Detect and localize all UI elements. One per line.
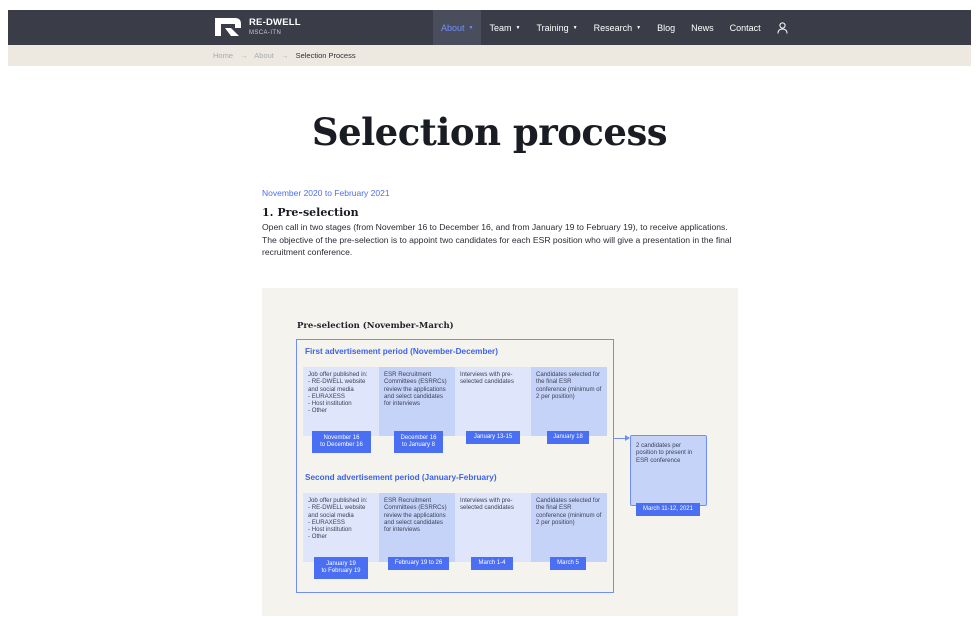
nav-item-label: About	[441, 22, 465, 33]
date-badge: March 1-4	[471, 557, 513, 570]
date-badge: January 19 to February 19	[314, 557, 368, 579]
top-navigation-bar: RE-DWELL MSCA-ITN About ▼ Team ▼ Trainin…	[8, 10, 971, 45]
user-icon	[777, 21, 788, 34]
arrow-right-icon: →	[240, 51, 248, 60]
nav-item-research[interactable]: Research ▼	[586, 10, 649, 45]
page-title: Selection process	[311, 110, 668, 154]
section-heading: 1. Pre-selection	[262, 206, 359, 219]
date-badge: January 18	[547, 431, 589, 444]
breadcrumb: Home → About → Selection Process	[213, 51, 356, 60]
nav-item-news[interactable]: News	[683, 10, 722, 45]
nav-item-label: Research	[593, 22, 633, 33]
nav-item-blog[interactable]: Blog	[649, 10, 683, 45]
nav-item-training[interactable]: Training ▼	[528, 10, 585, 45]
nav-item-team[interactable]: Team ▼	[481, 10, 528, 45]
date-badge: November 16 to December 16	[312, 431, 371, 453]
step-candidates-selected: Candidates selected for the final ESR co…	[531, 493, 607, 562]
site-logo[interactable]: RE-DWELL MSCA-ITN	[213, 16, 301, 38]
nav-item-about[interactable]: About ▼	[433, 10, 482, 45]
step-interviews: Interviews with pre-selected candidates	[455, 493, 531, 562]
arrow-right-icon: →	[280, 51, 289, 60]
date-badge: March 11-12, 2021	[636, 503, 700, 516]
chevron-down-icon: ▼	[468, 24, 474, 31]
breadcrumb-current: Selection Process	[295, 51, 356, 60]
date-badge: December 16 to January 8	[394, 431, 443, 453]
re-dwell-logo-icon	[215, 18, 241, 36]
date-range: November 2020 to February 2021	[262, 188, 390, 198]
step-job-offer-published: Job offer published in: - RE-DWELL websi…	[303, 367, 379, 436]
user-account-button[interactable]	[769, 10, 797, 45]
logo-title: RE-DWELL	[249, 17, 301, 29]
chevron-down-icon: ▼	[515, 24, 521, 31]
nav-item-label: Contact	[729, 22, 761, 33]
result-box: 2 candidates per position to present in …	[630, 435, 707, 516]
chevron-down-icon: ▼	[572, 24, 578, 31]
date-badge: March 5	[550, 557, 586, 570]
result-text: 2 candidates per position to present in …	[636, 442, 693, 464]
step-esrrc-review: ESR Recruitment Committees (ESRRCs) revi…	[379, 367, 455, 436]
periods-frame: First advertisement period (November-Dec…	[296, 339, 614, 593]
step-interviews: Interviews with pre-selected candidates	[455, 367, 531, 436]
nav-item-contact[interactable]: Contact	[722, 10, 769, 45]
breadcrumb-bar: Home → About → Selection Process	[8, 45, 971, 66]
chevron-down-icon: ▼	[636, 24, 642, 31]
date-badge: January 13-15	[466, 431, 520, 444]
breadcrumb-home[interactable]: Home	[213, 51, 233, 60]
logo-subtitle: MSCA-ITN	[249, 29, 282, 36]
pre-selection-diagram: Pre-selection (November-March) First adv…	[262, 288, 738, 616]
nav-item-label: Training	[536, 22, 569, 33]
nav-item-label: News	[691, 22, 714, 33]
step-job-offer-published: Job offer published in: - RE-DWELL websi…	[303, 493, 379, 562]
breadcrumb-about[interactable]: About	[254, 51, 274, 60]
section-body-text: Open call in two stages (from November 1…	[262, 222, 732, 257]
main-nav: About ▼ Team ▼ Training ▼ Research ▼ Blo…	[433, 10, 797, 45]
step-esrrc-review: ESR Recruitment Committees (ESRRCs) revi…	[379, 493, 455, 562]
period-title-first: First advertisement period (November-Dec…	[305, 347, 498, 356]
step-candidates-selected: Candidates selected for the final ESR co…	[531, 367, 607, 436]
diagram-title: Pre-selection (November-March)	[297, 321, 454, 331]
nav-item-label: Team	[489, 22, 512, 33]
period-title-second: Second advertisement period (January-Feb…	[305, 473, 497, 482]
nav-item-label: Blog	[657, 22, 676, 33]
date-badge: February 19 to 26	[388, 557, 449, 570]
